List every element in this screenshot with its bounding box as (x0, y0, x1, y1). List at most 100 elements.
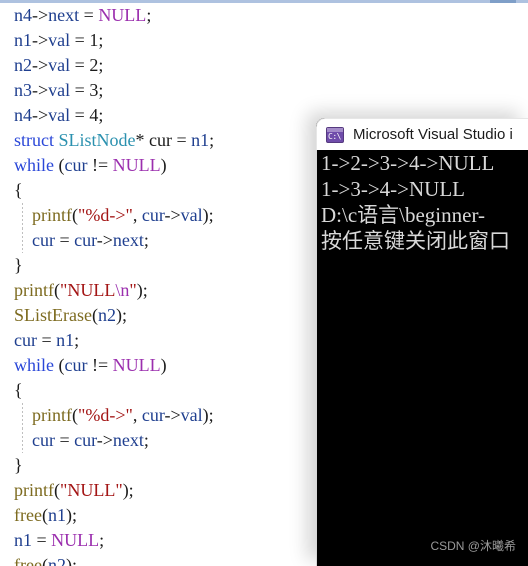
indent-guide (22, 203, 23, 228)
code-token: = (70, 55, 90, 75)
code-line: free(n1); (0, 503, 320, 528)
code-token: ; (98, 30, 104, 50)
code-token: val (180, 205, 203, 225)
code-token: cur (14, 330, 37, 350)
code-line: free(n2); (0, 553, 320, 566)
code-token: while (14, 155, 54, 175)
code-token: -> (32, 105, 49, 125)
code-token: -> (96, 430, 113, 450)
code-token: n1 (14, 30, 32, 50)
code-line: { (0, 178, 320, 203)
code-line: cur = cur->next; (0, 228, 320, 253)
console-window[interactable]: Microsoft Visual Studio i 1->2->3->4->NU… (316, 118, 528, 566)
code-token: free (14, 555, 42, 566)
code-token: printf (14, 480, 54, 500)
code-token: n1 (47, 505, 66, 525)
code-token: "NULL (60, 280, 116, 300)
code-token: cur (74, 430, 97, 450)
code-token: n2 (47, 555, 66, 566)
code-token: \n (115, 280, 130, 300)
code-line: n2->val = 2; (0, 53, 320, 78)
code-token: ) (160, 155, 167, 175)
code-token: ); (136, 280, 148, 300)
code-token: n2 (14, 55, 32, 75)
code-token: cur (141, 405, 165, 425)
code-line: n1 = NULL; (0, 528, 320, 553)
code-token: n3 (14, 80, 32, 100)
code-token: val (48, 80, 71, 100)
scrollbar-thumb[interactable] (490, 0, 516, 3)
code-token: ); (116, 305, 127, 325)
console-output-line: D:\c语言\beginner- (321, 203, 486, 227)
code-token: printf (14, 280, 54, 300)
code-line: printf("NULL\n"); (0, 278, 320, 303)
code-line: while (cur != NULL) (0, 153, 320, 178)
code-token: != (87, 155, 113, 175)
code-token: = (79, 5, 99, 25)
code-token: 4 (89, 105, 99, 125)
code-token: while (14, 355, 54, 375)
code-token: } (14, 455, 23, 475)
code-token: ); (202, 205, 214, 225)
code-text-area[interactable]: n4->next = NULL; n1->val = 1; n2->val = 2;… (0, 3, 320, 566)
code-token: n1 (14, 530, 32, 550)
code-line: n3->val = 3; (0, 78, 320, 103)
code-token: ; (74, 330, 80, 350)
code-line: } (0, 253, 320, 278)
code-line: } (0, 453, 320, 478)
code-token: * cur = (135, 130, 192, 150)
code-token: -> (96, 230, 113, 250)
console-output-line: 1->3->4->NULL (321, 177, 465, 201)
indent-guide (22, 228, 23, 253)
code-token: = (32, 530, 52, 550)
code-token: val (48, 105, 71, 125)
code-line: struct SListNode* cur = n1; (0, 128, 320, 153)
code-line: SListErase(n2); (0, 303, 320, 328)
code-token: NULL (51, 530, 100, 550)
code-token: ; (98, 55, 104, 75)
code-token: ; (143, 230, 149, 250)
code-token: ); (65, 555, 77, 566)
code-token: "%d->" (78, 405, 133, 425)
console-output-line: 1->2->3->4->NULL (321, 151, 495, 175)
code-line: cur = cur->next; (0, 428, 320, 453)
code-line: cur = n1; (0, 328, 320, 353)
code-token: printf (32, 205, 72, 225)
code-token: n1 (56, 330, 75, 350)
code-token: ; (209, 130, 215, 150)
console-output-area[interactable]: 1->2->3->4->NULL 1->3->4->NULL D:\c语言\begi… (316, 150, 528, 566)
code-token: ( (54, 155, 65, 175)
code-token: " (129, 280, 137, 300)
code-token: "%d->" (78, 205, 133, 225)
console-output-line: 按任意键关闭此窗口 (321, 229, 510, 253)
console-titlebar[interactable]: Microsoft Visual Studio i (316, 118, 528, 150)
code-token: = (54, 230, 75, 250)
code-token: "NULL" (60, 480, 123, 500)
code-line: printf("%d->", cur->val); (0, 203, 320, 228)
code-token: NULL (112, 355, 161, 375)
indent-guide (22, 428, 23, 453)
code-token: n2 (98, 305, 116, 325)
code-token: ); (122, 480, 134, 500)
code-token: ); (65, 505, 77, 525)
code-token: free (14, 505, 42, 525)
code-token: ; (143, 430, 149, 450)
code-token: n4 (14, 5, 32, 25)
code-token: = (54, 430, 75, 450)
code-token: NULL (98, 5, 147, 25)
code-token: -> (164, 205, 181, 225)
code-token: next (112, 430, 144, 450)
code-token: ; (99, 530, 105, 550)
code-token: n4 (14, 105, 32, 125)
code-token: cur (74, 230, 97, 250)
code-line: while (cur != NULL) (0, 353, 320, 378)
code-token: -> (32, 80, 49, 100)
code-token: ; (146, 5, 152, 25)
code-token: n1 (191, 130, 210, 150)
code-token: ( (54, 355, 65, 375)
code-token: val (48, 30, 71, 50)
